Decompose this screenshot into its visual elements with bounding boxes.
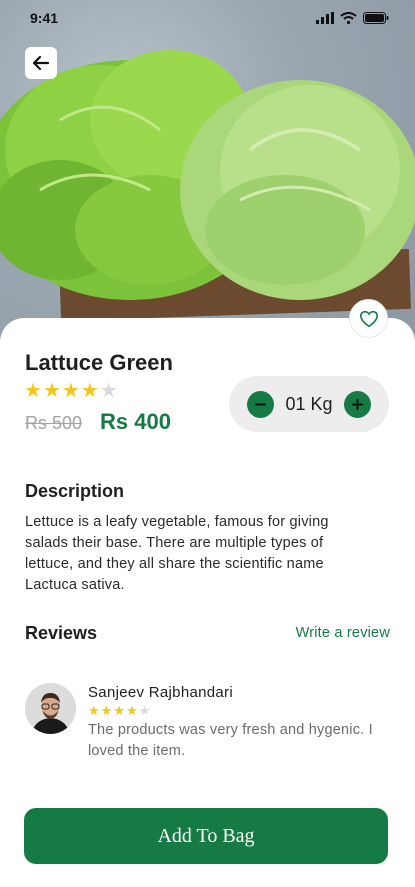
old-price: Rs 500 xyxy=(25,413,83,433)
star-filled-icon: ★ xyxy=(24,380,42,402)
star-filled-icon: ★ xyxy=(113,703,125,718)
back-arrow-icon xyxy=(32,55,50,71)
reviewer-name: Sanjeev Rajbhandari xyxy=(88,684,233,701)
status-icons xyxy=(316,12,389,24)
star-filled-icon: ★ xyxy=(88,703,100,718)
star-filled-icon: ★ xyxy=(125,703,138,718)
battery-icon xyxy=(363,12,389,24)
status-bar: 9:41 xyxy=(0,0,415,36)
star-filled-icon: ★ xyxy=(100,703,113,718)
increase-quantity-button[interactable] xyxy=(343,390,371,418)
star-filled-icon: ★ xyxy=(42,380,61,402)
product-title: Lattuce Green xyxy=(25,350,173,375)
star-filled-icon: ★ xyxy=(61,380,80,402)
signal-icon xyxy=(316,12,334,24)
reviews-heading: Reviews xyxy=(25,623,98,643)
quantity-stepper: 01 Kg xyxy=(229,376,389,432)
wifi-icon xyxy=(340,12,357,24)
reviewer-avatar-icon xyxy=(25,683,76,734)
star-empty-icon: ★ xyxy=(138,703,151,718)
avatar xyxy=(25,683,76,734)
description-heading: Description xyxy=(25,481,125,501)
write-review-link[interactable]: Write a review xyxy=(296,625,390,641)
review-rating: ★ ★ ★ ★ ★ xyxy=(88,704,150,717)
quantity-value: 01 Kg xyxy=(285,393,333,414)
favorite-button[interactable] xyxy=(349,299,388,338)
status-time: 9:41 xyxy=(30,10,59,26)
plus-icon xyxy=(351,398,363,410)
heart-icon xyxy=(359,310,378,327)
product-rating: ★ ★ ★ ★ ★ xyxy=(24,381,118,401)
review-text: The products was very fresh and hygenic.… xyxy=(88,722,373,759)
add-to-bag-button[interactable]: Add To Bag xyxy=(24,808,388,864)
back-button[interactable] xyxy=(25,47,57,79)
description-text: Lettuce is a leafy vegetable, famous for… xyxy=(25,514,329,593)
current-price: Rs 400 xyxy=(100,409,171,434)
decrease-quantity-button[interactable] xyxy=(247,390,274,418)
minus-icon xyxy=(255,403,266,405)
star-empty-icon: ★ xyxy=(99,380,118,402)
star-filled-icon: ★ xyxy=(80,380,99,402)
